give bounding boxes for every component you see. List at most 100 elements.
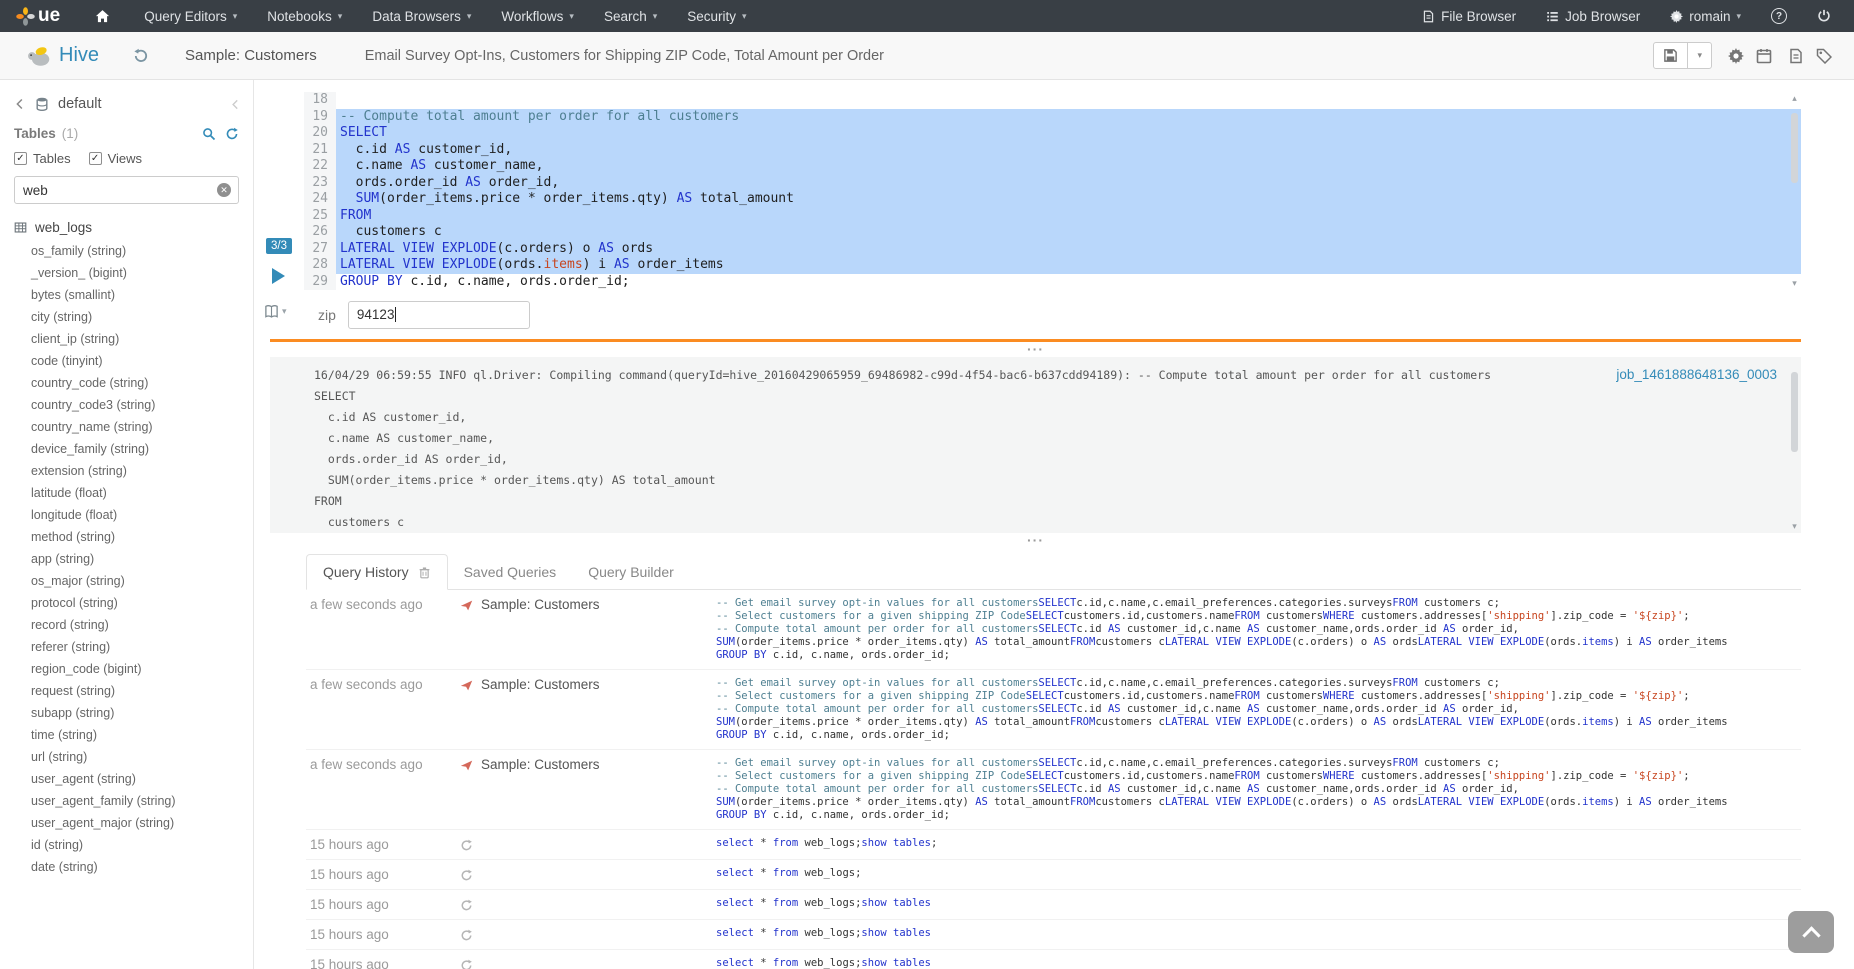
- history-row[interactable]: a few seconds agoSample: Customers-- Get…: [306, 590, 1801, 670]
- collapse-assist-button[interactable]: [230, 99, 241, 110]
- column-item[interactable]: time (string): [0, 724, 253, 746]
- user-menu[interactable]: romain ▾: [1655, 0, 1756, 32]
- history-row[interactable]: a few seconds agoSample: Customers-- Get…: [306, 750, 1801, 830]
- nav-menu-security[interactable]: Security▾: [672, 0, 761, 32]
- hue-logo[interactable]: ue: [0, 0, 76, 32]
- column-item[interactable]: date (string): [0, 856, 253, 878]
- column-item[interactable]: latitude (float): [0, 482, 253, 504]
- tab-saved-queries[interactable]: Saved Queries: [448, 555, 573, 589]
- tab-query-history[interactable]: Query History: [306, 554, 448, 590]
- settings-button[interactable]: [1728, 48, 1744, 64]
- history-row[interactable]: 15 hours agoselect * from web_logs;show …: [306, 830, 1801, 860]
- code-line[interactable]: [336, 92, 1801, 109]
- job-link[interactable]: job_1461888648136_0003: [1616, 367, 1777, 382]
- save-button[interactable]: [1654, 43, 1687, 68]
- code-line[interactable]: ords.order_id AS order_id,: [336, 175, 1801, 192]
- code-line[interactable]: LATERAL VIEW EXPLODE(ords.items) i AS or…: [336, 257, 1801, 274]
- nav-menu-query-editors[interactable]: Query Editors▾: [129, 0, 252, 32]
- column-item[interactable]: bytes (smallint): [0, 284, 253, 306]
- nav-menu-workflows[interactable]: Workflows▾: [486, 0, 589, 32]
- code-line[interactable]: SUM(order_items.price * order_items.qty)…: [336, 191, 1801, 208]
- column-item[interactable]: code (tinyint): [0, 350, 253, 372]
- code-line[interactable]: c.id AS customer_id,: [336, 142, 1801, 159]
- table-item-web-logs[interactable]: web_logs: [0, 214, 253, 240]
- logout-button[interactable]: [1802, 0, 1846, 32]
- file-browser-link[interactable]: File Browser: [1407, 0, 1531, 32]
- code-line[interactable]: customers c: [336, 224, 1801, 241]
- column-item[interactable]: client_ip (string): [0, 328, 253, 350]
- column-item[interactable]: country_code (string): [0, 372, 253, 394]
- column-item[interactable]: subapp (string): [0, 702, 253, 724]
- nav-menu-notebooks[interactable]: Notebooks▾: [252, 0, 357, 32]
- editor-code[interactable]: -- Compute total amount per order for al…: [336, 92, 1801, 290]
- column-item[interactable]: method (string): [0, 526, 253, 548]
- query-history-undo-button[interactable]: [133, 48, 149, 64]
- history-row[interactable]: 15 hours agoselect * from web_logs;show …: [306, 950, 1801, 969]
- scroll-up-arrow-icon[interactable]: ▴: [1789, 93, 1800, 104]
- column-item[interactable]: os_major (string): [0, 570, 253, 592]
- back-button[interactable]: [14, 98, 26, 110]
- code-line[interactable]: GROUP BY c.id, c.name, ords.order_id;: [336, 274, 1801, 291]
- execute-play-button[interactable]: [272, 268, 285, 284]
- column-item[interactable]: record (string): [0, 614, 253, 636]
- history-row[interactable]: 15 hours agoselect * from web_logs;show …: [306, 890, 1801, 920]
- code-line[interactable]: FROM: [336, 208, 1801, 225]
- history-resize-handle[interactable]: ···: [270, 535, 1801, 548]
- column-item[interactable]: protocol (string): [0, 592, 253, 614]
- schedule-button[interactable]: [1756, 48, 1772, 64]
- column-item[interactable]: request (string): [0, 680, 253, 702]
- code-line[interactable]: LATERAL VIEW EXPLODE(c.orders) o AS ords: [336, 241, 1801, 258]
- column-item[interactable]: country_name (string): [0, 416, 253, 438]
- clear-history-trash-icon[interactable]: [418, 566, 431, 579]
- scroll-down-arrow-icon[interactable]: ▾: [1789, 278, 1800, 289]
- nav-menu-search[interactable]: Search▾: [589, 0, 672, 32]
- scrollbar-thumb[interactable]: [1791, 113, 1798, 183]
- code-line[interactable]: SELECT: [336, 125, 1801, 142]
- code-editor[interactable]: 181920212223242526272829 -- Compute tota…: [304, 92, 1801, 290]
- tab-query-builder[interactable]: Query Builder: [572, 555, 690, 589]
- column-item[interactable]: app (string): [0, 548, 253, 570]
- column-item[interactable]: extension (string): [0, 460, 253, 482]
- nav-menu-data-browsers[interactable]: Data Browsers▾: [357, 0, 486, 32]
- column-item[interactable]: longitude (float): [0, 504, 253, 526]
- column-item[interactable]: id (string): [0, 834, 253, 856]
- column-item[interactable]: city (string): [0, 306, 253, 328]
- column-item[interactable]: os_family (string): [0, 240, 253, 262]
- code-line[interactable]: c.name AS customer_name,: [336, 158, 1801, 175]
- variable-value-input[interactable]: 94123: [348, 301, 530, 329]
- history-row[interactable]: a few seconds agoSample: Customers-- Get…: [306, 670, 1801, 750]
- home-button[interactable]: [76, 0, 129, 32]
- column-item[interactable]: _version_ (bigint): [0, 262, 253, 284]
- save-dropdown-button[interactable]: ▾: [1687, 43, 1711, 68]
- log-resize-handle[interactable]: ···: [270, 344, 1801, 357]
- database-name[interactable]: default: [58, 96, 102, 112]
- new-document-button[interactable]: [1788, 48, 1804, 64]
- table-search-input[interactable]: [14, 176, 239, 204]
- scroll-down-arrow-icon[interactable]: ▾: [1789, 521, 1800, 532]
- column-item[interactable]: country_code3 (string): [0, 394, 253, 416]
- filter-views-checkbox[interactable]: ✓ Views: [89, 151, 142, 166]
- help-button[interactable]: ?: [1756, 0, 1802, 32]
- editor-scrollbar[interactable]: ▴ ▾: [1789, 93, 1800, 289]
- history-row[interactable]: 15 hours agoselect * from web_logs;show …: [306, 920, 1801, 950]
- column-item[interactable]: referer (string): [0, 636, 253, 658]
- filter-tables-checkbox[interactable]: ✓ Tables: [14, 151, 71, 166]
- column-item[interactable]: user_agent (string): [0, 768, 253, 790]
- column-item[interactable]: url (string): [0, 746, 253, 768]
- scroll-to-top-button[interactable]: [1788, 911, 1834, 953]
- clear-search-icon[interactable]: ✕: [217, 183, 231, 197]
- assist-refresh-button[interactable]: [225, 127, 239, 141]
- assist-search-button[interactable]: [202, 127, 216, 141]
- history-row[interactable]: 15 hours agoselect * from web_logs;: [306, 860, 1801, 890]
- column-item[interactable]: user_agent_major (string): [0, 812, 253, 834]
- column-item[interactable]: user_agent_family (string): [0, 790, 253, 812]
- navigator-toggle[interactable]: ▾: [264, 304, 287, 319]
- scrollbar-thumb[interactable]: [1791, 372, 1798, 452]
- tags-button[interactable]: [1816, 48, 1832, 64]
- log-scrollbar[interactable]: ▾: [1789, 358, 1800, 532]
- hive-app-logo[interactable]: Hive: [26, 43, 99, 69]
- code-line[interactable]: -- Compute total amount per order for al…: [336, 109, 1801, 126]
- job-browser-link[interactable]: Job Browser: [1531, 0, 1655, 32]
- column-item[interactable]: region_code (bigint): [0, 658, 253, 680]
- column-item[interactable]: device_family (string): [0, 438, 253, 460]
